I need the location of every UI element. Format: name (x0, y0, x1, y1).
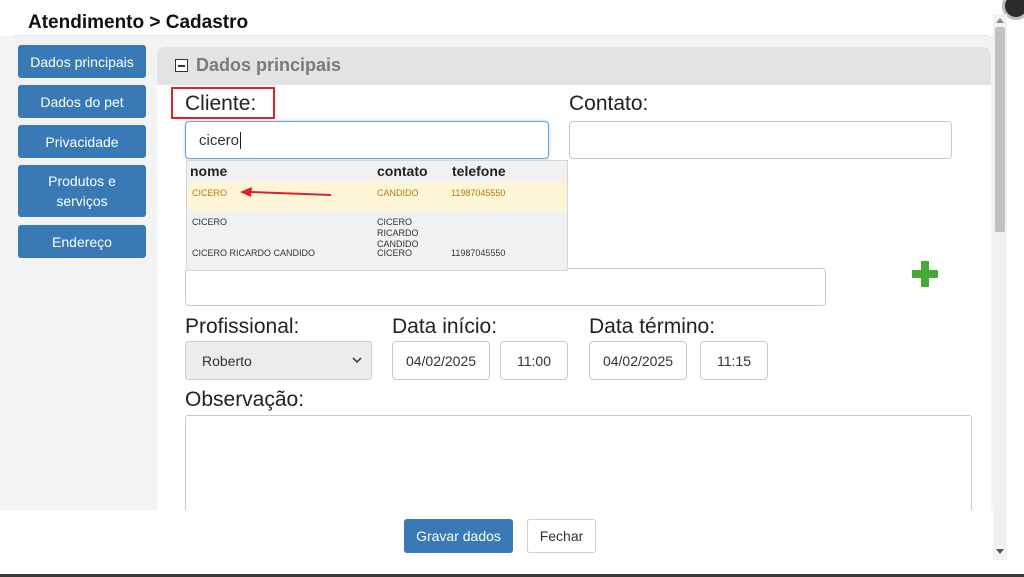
hora-inicio-input[interactable]: 11:00 (500, 341, 568, 380)
section-header[interactable]: Dados principais (157, 47, 991, 85)
observacao-textarea[interactable] (185, 415, 972, 515)
sidebar-item-produtos-e-servicos[interactable]: Produtos e serviços (18, 165, 146, 217)
save-button[interactable]: Gravar dados (404, 519, 513, 553)
data-termino-value: 04/02/2025 (602, 352, 674, 369)
close-button[interactable]: Fechar (527, 519, 596, 553)
contato-label: Contato: (569, 92, 649, 115)
row-telefone: 11987045550 (451, 188, 506, 198)
profissional-select[interactable]: Roberto (185, 341, 372, 380)
data-inicio-label: Data início: (392, 315, 498, 338)
autocomplete-dropdown: nome contato telefone CICERO CANDIDO 119… (186, 160, 568, 271)
row-contato: CANDIDO (377, 188, 419, 198)
pet-input[interactable] (185, 268, 826, 306)
column-header-contato: contato (377, 163, 428, 179)
chevron-down-icon (352, 357, 362, 364)
profissional-value: Roberto (202, 352, 252, 369)
row-telefone: 11987045550 (451, 248, 506, 258)
scroll-up-arrow-icon[interactable] (996, 18, 1004, 23)
sidebar-item-dados-do-pet[interactable]: Dados do pet (18, 85, 146, 118)
data-inicio-input[interactable]: 04/02/2025 (392, 341, 490, 380)
cliente-input[interactable]: cicero (185, 121, 549, 159)
annotation-highlight-box (171, 87, 275, 119)
profissional-label: Profissional: (185, 315, 300, 338)
hora-termino-input[interactable]: 11:15 (700, 341, 768, 380)
scrollbar-thumb[interactable] (995, 27, 1005, 232)
text-caret (240, 131, 242, 149)
row-nome: CICERO (192, 188, 228, 198)
collapse-square-icon[interactable] (175, 59, 188, 72)
data-termino-label: Data término: (589, 315, 716, 338)
sidebar-item-privacidade[interactable]: Privacidade (18, 125, 146, 158)
sidebar-item-dados-principais[interactable]: Dados principais (18, 45, 146, 78)
column-header-telefone: telefone (452, 163, 506, 179)
hora-termino-value: 11:15 (717, 352, 751, 369)
page-title: Atendimento > Cadastro (28, 12, 249, 33)
data-inicio-value: 04/02/2025 (405, 352, 477, 369)
observacao-label: Observação: (185, 388, 305, 411)
autocomplete-row[interactable]: CICERO RICARDO CANDIDO CICERO 1198704555… (188, 244, 566, 266)
row-nome: CICERO RICARDO CANDIDO (192, 248, 316, 258)
data-termino-input[interactable]: 04/02/2025 (589, 341, 687, 380)
red-arrow-icon (240, 187, 332, 197)
scrollbar[interactable] (993, 14, 1007, 560)
contato-input[interactable] (569, 121, 952, 159)
plus-icon[interactable] (912, 261, 938, 287)
hora-inicio-value: 11:00 (517, 352, 551, 369)
column-header-nome: nome (190, 163, 228, 179)
autocomplete-row[interactable]: CICERO CICERO RICARDO CANDIDO (188, 213, 566, 249)
section-title: Dados principais (196, 55, 342, 75)
scroll-down-arrow-icon[interactable] (996, 549, 1004, 554)
cliente-input-value: cicero (199, 131, 240, 149)
sidebar-item-endereco[interactable]: Endereço (18, 225, 146, 258)
row-contato: CICERO (377, 248, 413, 258)
row-nome: CICERO (192, 217, 228, 227)
